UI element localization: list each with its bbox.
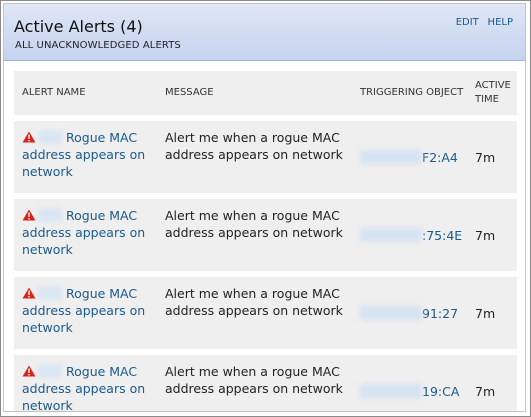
triggering-object-link[interactable]: :75:4E [360,227,463,243]
warning-triangle-icon [22,209,36,221]
alert-name-cell: Rogue MAC address appears on network [14,355,157,411]
triggering-object-cell: 91:27 [352,277,467,349]
redacted-object [360,305,422,320]
column-header-message[interactable]: MESSAGE [157,71,352,115]
table-row: Rogue MAC address appears on network Ale… [14,355,517,411]
warning-triangle-icon [22,287,36,299]
table-row: Rogue MAC address appears on network Ale… [14,121,517,193]
table-row: Rogue MAC address appears on network Ale… [14,199,517,271]
widget-frame: Active Alerts (4) ALL UNACKNOWLEDGED ALE… [0,0,531,417]
message-cell: Alert me when a rogue MAC address appear… [157,121,352,193]
triggering-object-suffix: 91:27 [422,305,459,321]
active-time-cell: 7m [467,355,517,411]
redacted-object [360,149,422,164]
message-cell: Alert me when a rogue MAC address appear… [157,355,352,411]
column-header-alert-name[interactable]: ALERT NAME [14,71,157,115]
alert-name-cell: Rogue MAC address appears on network [14,121,157,193]
table-row: Rogue MAC address appears on network Ale… [14,277,517,349]
column-header-triggering-object[interactable]: TRIGGERING OBJECT [352,71,467,115]
message-cell: Alert me when a rogue MAC address appear… [157,199,352,271]
redacted-prefix [38,130,62,144]
triggering-object-link[interactable]: 19:CA [360,383,460,399]
widget-title: Active Alerts (4) [14,17,143,36]
alert-name-cell: Rogue MAC address appears on network [14,277,157,349]
alerts-table-container: ALERT NAME MESSAGE TRIGGERING OBJECT ACT… [14,71,517,411]
column-header-active-time[interactable]: ACTIVE TIME [467,71,517,115]
triggering-object-suffix: 19:CA [422,383,460,399]
triggering-object-suffix: F2:A4 [422,149,458,165]
alerts-table: ALERT NAME MESSAGE TRIGGERING OBJECT ACT… [14,71,517,411]
redacted-prefix [38,286,62,300]
widget-subtitle: ALL UNACKNOWLEDGED ALERTS [15,40,181,51]
alert-name-cell: Rogue MAC address appears on network [14,199,157,271]
redacted-prefix [38,208,62,222]
active-time-cell: 7m [467,199,517,271]
header-links: EDIT HELP [450,17,513,28]
edit-link[interactable]: EDIT [456,17,479,28]
warning-triangle-icon [22,365,36,377]
redacted-object [360,383,422,398]
message-cell: Alert me when a rogue MAC address appear… [157,277,352,349]
active-time-cell: 7m [467,121,517,193]
triggering-object-cell: :75:4E [352,199,467,271]
active-alerts-widget: Active Alerts (4) ALL UNACKNOWLEDGED ALE… [3,3,526,412]
redacted-object [360,227,422,242]
warning-triangle-icon [22,131,36,143]
triggering-object-suffix: :75:4E [422,227,463,243]
triggering-object-link[interactable]: F2:A4 [360,149,458,165]
table-header-row: ALERT NAME MESSAGE TRIGGERING OBJECT ACT… [14,71,517,115]
redacted-prefix [38,364,62,378]
triggering-object-link[interactable]: 91:27 [360,305,459,321]
help-link[interactable]: HELP [488,17,513,28]
triggering-object-cell: F2:A4 [352,121,467,193]
triggering-object-cell: 19:CA [352,355,467,411]
widget-header: Active Alerts (4) ALL UNACKNOWLEDGED ALE… [4,4,525,61]
active-time-cell: 7m [467,277,517,349]
